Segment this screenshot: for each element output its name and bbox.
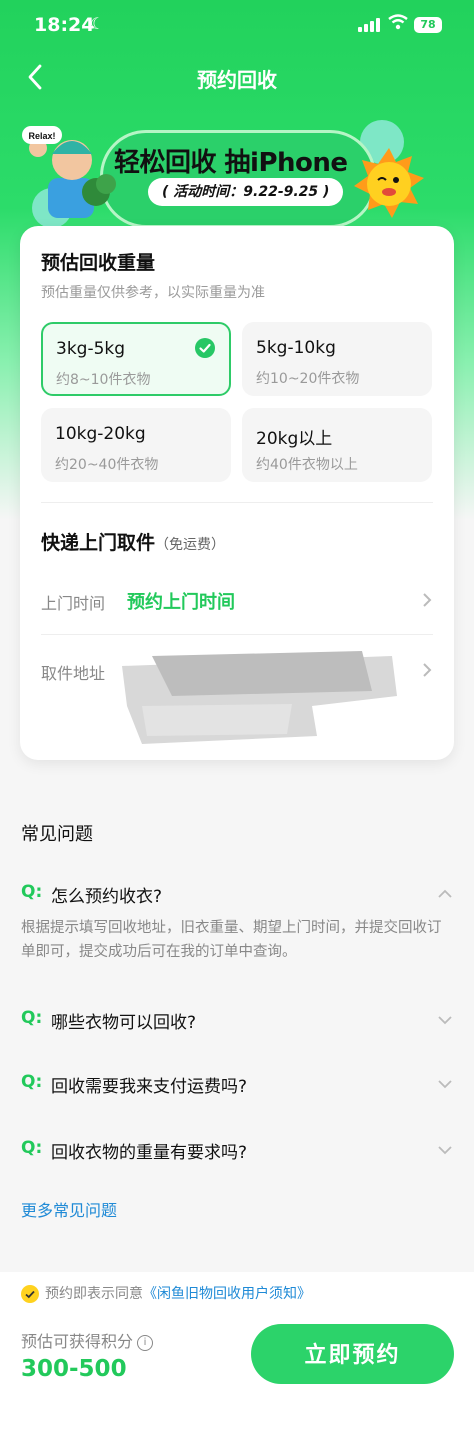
more-faq-link[interactable]: 更多常见问题 bbox=[21, 1197, 117, 1221]
battery-indicator: 78 bbox=[414, 17, 442, 33]
nav-bar: 预约回收 bbox=[0, 60, 474, 96]
q-mark: Q: bbox=[21, 1008, 43, 1028]
weight-option-label: 3kg-5kg bbox=[56, 339, 126, 359]
faq-question-4[interactable]: Q: 回收衣物的重量有要求吗? bbox=[21, 1138, 453, 1166]
pickup-title-text: 快递上门取件 bbox=[41, 532, 156, 554]
pickup-time-value: 预约上门时间 bbox=[127, 592, 235, 613]
agreement-link[interactable]: 《闲鱼旧物回收用户须知》 bbox=[143, 1286, 311, 1302]
status-bar: 18:24 ☾ 78 bbox=[0, 0, 474, 52]
weight-option-label: 10kg-20kg bbox=[55, 424, 146, 444]
agreement-row[interactable]: 预约即表示同意《闲鱼旧物回收用户须知》 bbox=[21, 1284, 311, 1304]
agreement-text: 预约即表示同意 bbox=[45, 1286, 143, 1302]
promo-banner[interactable]: 轻松回收 抽iPhone ( 活动时间：9.22-9.25 ) Relax! bbox=[0, 118, 474, 228]
moon-icon: ☾ bbox=[90, 14, 105, 33]
mascot-tag: Relax! bbox=[28, 131, 55, 141]
submit-button[interactable]: 立即预约 bbox=[251, 1324, 454, 1384]
divider bbox=[41, 634, 433, 635]
q-mark: Q: bbox=[21, 1072, 43, 1092]
weight-option-desc: 约8~10件衣物 bbox=[56, 372, 151, 388]
banner-headline: 轻松回收 抽iPhone bbox=[114, 148, 348, 178]
pickup-time-label: 上门时间 bbox=[41, 594, 106, 613]
faq-question-1[interactable]: Q: 怎么预约收衣? bbox=[21, 882, 453, 910]
weight-option-desc: 约20~40件衣物 bbox=[55, 457, 159, 473]
agreement-check-icon[interactable] bbox=[21, 1285, 39, 1303]
weight-option-desc: 约10~20件衣物 bbox=[256, 371, 360, 387]
faq-answer-1: 根据提示填写回收地址，旧衣重量、期望上门时间，并提交回收订单即可，提交成功后可在… bbox=[21, 920, 442, 960]
faq-question-2[interactable]: Q: 哪些衣物可以回收? bbox=[21, 1008, 453, 1036]
bottom-bar: 预约即表示同意《闲鱼旧物回收用户须知》 预估可获得积分 i 300-500 立即预… bbox=[0, 1272, 474, 1438]
faq-question-text: 回收需要我来支付运费吗? bbox=[51, 1077, 248, 1097]
weight-option-label: 5kg-10kg bbox=[256, 338, 336, 358]
weight-option-10-20kg[interactable]: 10kg-20kg 约20~40件衣物 bbox=[41, 408, 231, 482]
chevron-right-icon bbox=[423, 593, 432, 607]
signal-icon bbox=[358, 18, 380, 32]
q-mark: Q: bbox=[21, 882, 43, 902]
banner-date: ( 活动时间：9.22-9.25 ) bbox=[148, 178, 344, 206]
free-shipping-note: （免运费） bbox=[155, 537, 226, 553]
points-label: 预估可获得积分 bbox=[21, 1332, 134, 1351]
status-time: 18:24 bbox=[34, 14, 95, 36]
divider bbox=[41, 502, 433, 503]
chevron-down-icon bbox=[438, 1080, 452, 1089]
weight-option-20kg-plus[interactable]: 20kg以上 约40件衣物以上 bbox=[242, 408, 432, 482]
faq-question-text: 回收衣物的重量有要求吗? bbox=[51, 1143, 248, 1163]
recycle-form-card: 预估回收重量 预估重量仅供参考，以实际重量为准 3kg-5kg 约8~10件衣物… bbox=[20, 226, 454, 760]
points-label-row: 预估可获得积分 i bbox=[21, 1328, 154, 1352]
pickup-address-label: 取件地址 bbox=[41, 664, 106, 683]
q-mark: Q: bbox=[21, 1138, 43, 1158]
chevron-up-icon bbox=[438, 889, 452, 898]
weight-option-5-10kg[interactable]: 5kg-10kg 约10~20件衣物 bbox=[242, 322, 432, 396]
check-icon bbox=[195, 338, 215, 358]
info-icon[interactable]: i bbox=[137, 1334, 154, 1351]
redacted-address bbox=[122, 651, 397, 744]
chevron-right-icon bbox=[423, 663, 432, 677]
faq-question-text: 怎么预约收衣? bbox=[51, 887, 163, 907]
weight-title: 预估回收重量 bbox=[41, 252, 156, 274]
faq-question-text: 哪些衣物可以回收? bbox=[51, 1013, 197, 1033]
pickup-title: 快递上门取件（免运费） bbox=[41, 528, 225, 555]
weight-option-desc: 约40件衣物以上 bbox=[256, 457, 358, 473]
chevron-down-icon bbox=[438, 1146, 452, 1155]
weight-option-3-5kg[interactable]: 3kg-5kg 约8~10件衣物 bbox=[41, 322, 231, 396]
mascot-sun-icon bbox=[354, 148, 424, 218]
mascot-person-icon: Relax! bbox=[22, 126, 116, 218]
weight-subtitle: 预估重量仅供参考，以实际重量为准 bbox=[41, 285, 265, 301]
chevron-down-icon bbox=[438, 1016, 452, 1025]
page-title: 预约回收 bbox=[197, 68, 277, 92]
weight-option-label: 20kg以上 bbox=[256, 429, 333, 449]
points-value: 300-500 bbox=[21, 1356, 127, 1382]
wifi-icon bbox=[388, 14, 408, 35]
faq-question-3[interactable]: Q: 回收需要我来支付运费吗? bbox=[21, 1072, 453, 1100]
faq-title: 常见问题 bbox=[21, 824, 93, 845]
